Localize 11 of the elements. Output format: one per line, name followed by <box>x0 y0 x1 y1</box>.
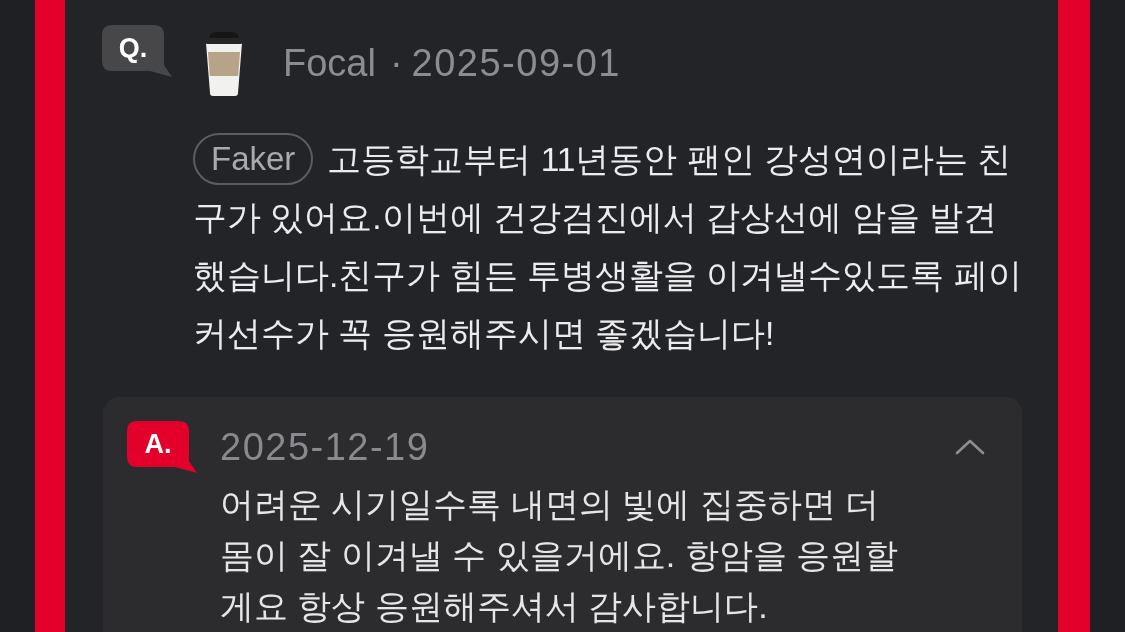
answer-text: 어려운 시기일수록 내면의 빛에 집중하면 더 몸이 잘 이겨낼 수 있을거에요. 항암을 응원할게요 항상 응원해주셔서 감사합니다. <box>220 484 900 627</box>
chevron-up-icon[interactable] <box>954 438 986 456</box>
answer-date: 2025-12-19 <box>220 425 430 469</box>
answer-badge: A. <box>127 421 197 473</box>
post-date: 2025-09-01 <box>411 41 621 85</box>
question-badge: Q. <box>102 25 172 77</box>
meta-separator: · <box>389 41 403 85</box>
post-author: Focal <box>283 41 376 85</box>
question-text: Faker 고등학교부터 11년동안 팬인 강성연이라는 친구가 있어요.이번에 건강검진에서 갑상선에 암을 발견했습니다.친구가 힘든 투병생활을 이겨낼수있도록 페이커선수가 꼭 응원해주시면 좋겠습니다! <box>193 131 1023 363</box>
tag-chip: Faker <box>193 133 314 186</box>
coffee-cup-icon <box>203 30 245 96</box>
